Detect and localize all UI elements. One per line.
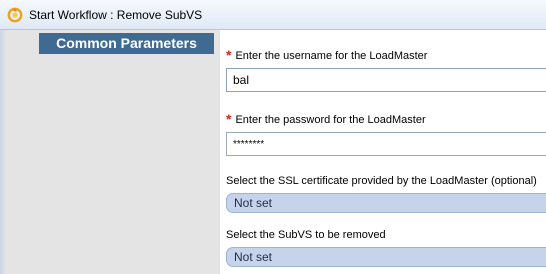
sidebar-edge xyxy=(0,30,6,274)
required-marker: * xyxy=(226,111,232,127)
section-header-common-parameters[interactable]: Common Parameters xyxy=(39,33,214,54)
workflow-icon xyxy=(7,7,23,23)
ssl-certificate-label: Select the SSL certificate provided by t… xyxy=(226,175,537,187)
username-label-text: Enter the username for the LoadMaster xyxy=(235,50,428,62)
ssl-certificate-select[interactable]: Not set xyxy=(226,193,546,213)
window-title: Start Workflow : Remove SubVS xyxy=(29,8,203,22)
subvs-select[interactable]: Not set xyxy=(226,247,546,267)
username-input[interactable] xyxy=(226,68,546,92)
password-label-text: Enter the password for the LoadMaster xyxy=(235,114,426,126)
subvs-label: Select the SubVS to be removed xyxy=(226,229,386,241)
window-titlebar: Start Workflow : Remove SubVS xyxy=(0,0,546,30)
sidebar xyxy=(0,30,220,274)
password-label: * Enter the password for the LoadMaster xyxy=(226,111,426,127)
username-label: * Enter the username for the LoadMaster xyxy=(226,47,427,63)
required-marker: * xyxy=(226,47,232,63)
password-input[interactable] xyxy=(226,132,546,156)
